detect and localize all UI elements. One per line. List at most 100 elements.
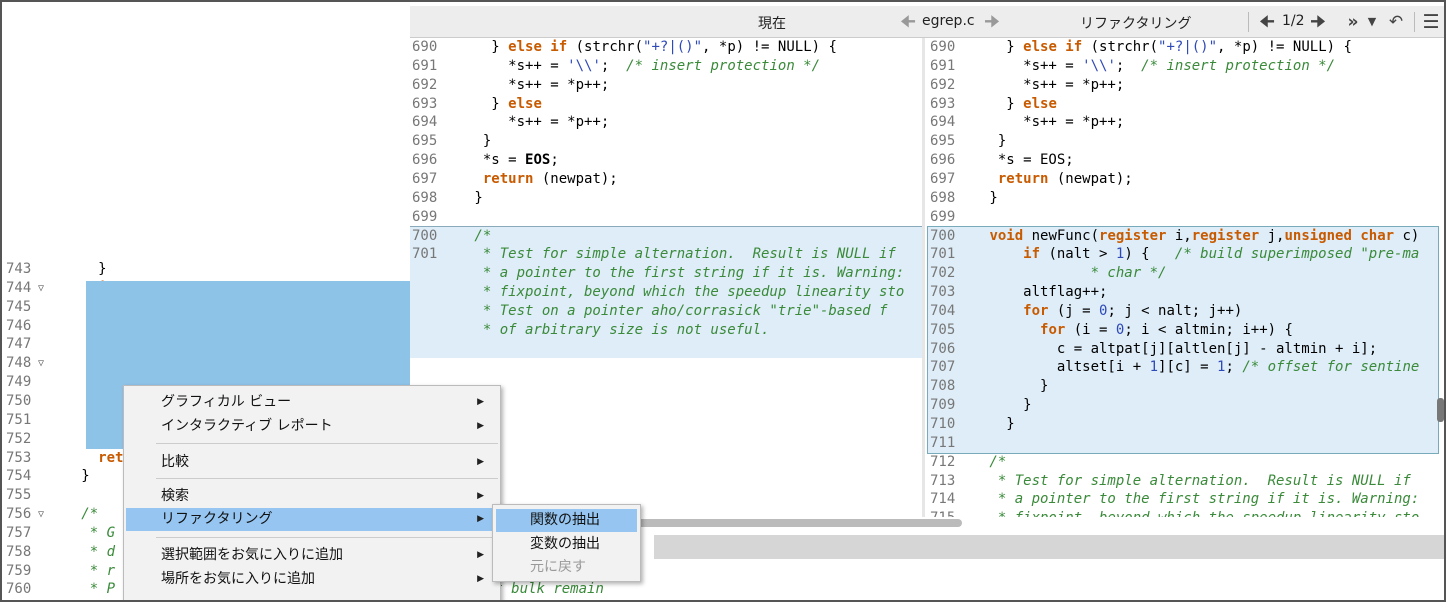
submenu-item-extract-variable[interactable]: 変数の抽出 — [496, 533, 637, 556]
code-line[interactable]: 713 * Test for simple alternation. Resul… — [925, 472, 1446, 491]
code-line[interactable]: 699 — [925, 208, 1446, 227]
code-line[interactable]: 703 altflag++; — [925, 283, 1446, 302]
menu-separator — [156, 478, 498, 479]
menu-item-add-selection-favorite[interactable]: 選択範囲をお気に入りに追加 ▶ — [126, 544, 498, 567]
code-line[interactable]: 711 — [925, 434, 1446, 453]
submenu-item-undo: 元に戻す — [530, 559, 586, 575]
refactoring-pane[interactable]: 690 } else if (strchr("+?|()", *p) != NU… — [925, 38, 1446, 518]
menu-item-add-location-favorite[interactable]: 場所をお気に入りに追加 ▶ — [126, 568, 498, 591]
fold-chevron-icon[interactable]: ▽ — [38, 354, 52, 373]
next-diff-icon[interactable]: 🠊 — [1307, 10, 1329, 34]
menu-item-label: 比較 — [161, 454, 189, 470]
code-line[interactable]: 702 * char */ — [925, 264, 1446, 283]
code-line[interactable]: 690 } else if (strchr("+?|()", *p) != NU… — [410, 38, 922, 57]
jump-forward-icon[interactable]: » — [1342, 10, 1364, 34]
code-line[interactable]: 696 *s = EOS; — [410, 151, 922, 170]
code-line[interactable]: 710 } — [925, 415, 1446, 434]
code-token: ret — [98, 449, 124, 466]
line-number: 744 — [6, 279, 32, 296]
code-line[interactable]: 707 altset[i + 1][c] = 1; /* offset for … — [925, 358, 1446, 377]
code-token: ) { — [1124, 246, 1175, 263]
code-token: } — [56, 261, 107, 277]
code-token: * r — [56, 562, 116, 579]
fold-chevron-icon[interactable]: ▽ — [38, 505, 52, 524]
line-number: 709 — [930, 397, 956, 414]
context-menu: グラフィカル ビュー ▶ インタラクティブ レポート ▶ 比較 ▶ 検索 ▶ リファクタ… — [123, 385, 501, 602]
code-line[interactable]: 690 } else if (strchr("+?|()", *p) != NU… — [925, 38, 1446, 57]
code-token: newFunc( — [1023, 227, 1100, 244]
code-line[interactable]: 700 /* — [410, 227, 922, 246]
line-number: 714 — [930, 491, 956, 508]
code-line[interactable]: 697 return (newpat); — [925, 170, 1446, 189]
prev-file-icon[interactable]: 🠈 — [897, 10, 919, 34]
code-line[interactable]: 700 void newFunc(register i,register j,u… — [925, 227, 1446, 246]
code-line[interactable]: 694 *s++ = *p++; — [410, 113, 922, 132]
code-line[interactable]: 695 } — [410, 132, 922, 151]
line-number: 696 — [412, 152, 438, 169]
line-number: 746 — [6, 317, 32, 334]
menu-separator — [156, 537, 498, 538]
code-line[interactable]: 698 } — [925, 189, 1446, 208]
menu-item-graphical-view[interactable]: グラフィカル ビュー ▶ — [126, 391, 498, 414]
code-line[interactable]: 692 *s++ = *p++; — [925, 76, 1446, 95]
code-line[interactable]: * Test on a pointer aho/corrasick "trie"… — [410, 302, 922, 321]
code-line[interactable]: 701 * Test for simple alternation. Resul… — [410, 245, 922, 264]
fold-chevron-icon[interactable]: ▽ — [38, 279, 52, 298]
code-line[interactable]: 706 c = altpat[j][altlen[j] - altmin + i… — [925, 340, 1446, 359]
code-token: *s = EOS; — [981, 152, 1074, 169]
vertical-scrollbar-thumb[interactable] — [1437, 398, 1444, 422]
horizontal-scrollbar-thumb[interactable] — [622, 519, 962, 527]
line-number: 702 — [930, 265, 956, 282]
undo-icon[interactable]: ↶ — [1385, 10, 1407, 34]
code-token: j, — [1259, 227, 1285, 244]
line-number: 696 — [930, 152, 956, 169]
prev-diff-icon[interactable]: 🠈 — [1256, 10, 1278, 34]
menu-item-compare[interactable]: 比較 ▶ — [126, 451, 498, 474]
line-number: 697 — [412, 170, 438, 187]
code-line[interactable]: 694 *s++ = *p++; — [925, 113, 1446, 132]
code-token: /* — [981, 453, 1007, 470]
code-line[interactable]: 699 — [410, 208, 922, 227]
code-line[interactable]: 714 * a pointer to the first string if i… — [925, 490, 1446, 509]
line-number: 760 — [6, 581, 32, 598]
code-token: * char */ — [1090, 265, 1167, 282]
code-line[interactable]: * a pointer to the first string if it is… — [410, 264, 922, 283]
dropdown-chevron-icon[interactable]: ▼ — [1365, 10, 1379, 34]
code-line[interactable]: 693 } else — [925, 95, 1446, 114]
hamburger-menu-icon[interactable]: ☰ — [1420, 10, 1442, 34]
menu-item-refactoring[interactable]: リファクタリング ▶ — [126, 508, 498, 531]
code-line[interactable]: 695 } — [925, 132, 1446, 151]
code-text: } — [981, 132, 1006, 151]
code-text: *s++ = *p++; — [466, 113, 609, 132]
line-number: 753 — [6, 449, 32, 466]
code-line[interactable]: 691 *s++ = '\\'; /* insert protection */ — [925, 57, 1446, 76]
submenu-item-extract-function[interactable]: 関数の抽出 — [496, 509, 637, 532]
code-line[interactable]: 697 return (newpat); — [410, 170, 922, 189]
code-line[interactable]: 696 *s = EOS; — [925, 151, 1446, 170]
code-line[interactable]: 691 *s++ = '\\'; /* insert protection */ — [410, 57, 922, 76]
code-line[interactable]: 709 } — [925, 396, 1446, 415]
code-line[interactable]: * fixpoint, beyond which the speedup lin… — [410, 283, 922, 302]
submenu-arrow-icon: ▶ — [477, 397, 484, 407]
code-token: *s++ = *p++; — [466, 76, 610, 93]
code-token: /* offset for sentine — [1242, 359, 1420, 376]
menu-item-interactive-report[interactable]: インタラクティブ レポート ▶ — [126, 415, 498, 438]
code-line[interactable]: 705 for (i = 0; i < altmin; i++) { — [925, 321, 1446, 340]
code-line[interactable]: 704 for (j = 0; j < nalt; j++) — [925, 302, 1446, 321]
code-line[interactable]: 693 } else — [410, 95, 922, 114]
code-line[interactable]: * of arbitrary size is not useful. — [410, 321, 922, 340]
code-line[interactable]: 698 } — [410, 189, 922, 208]
line-number: 745 — [6, 298, 32, 315]
code-line[interactable]: 708 } — [925, 377, 1446, 396]
next-file-icon[interactable]: 🠊 — [981, 10, 1003, 34]
code-text: * Test for simple alternation. Result is… — [466, 245, 896, 264]
line-number: 701 — [930, 246, 956, 263]
code-line[interactable]: 701 if (nalt > 1) { /* build superimpose… — [925, 245, 1446, 264]
code-line[interactable]: 692 *s++ = *p++; — [410, 76, 922, 95]
left-pane-title: 現在 — [758, 16, 786, 32]
code-line[interactable]: 712 /* — [925, 453, 1446, 472]
menu-item-search[interactable]: 検索 ▶ — [126, 485, 498, 508]
